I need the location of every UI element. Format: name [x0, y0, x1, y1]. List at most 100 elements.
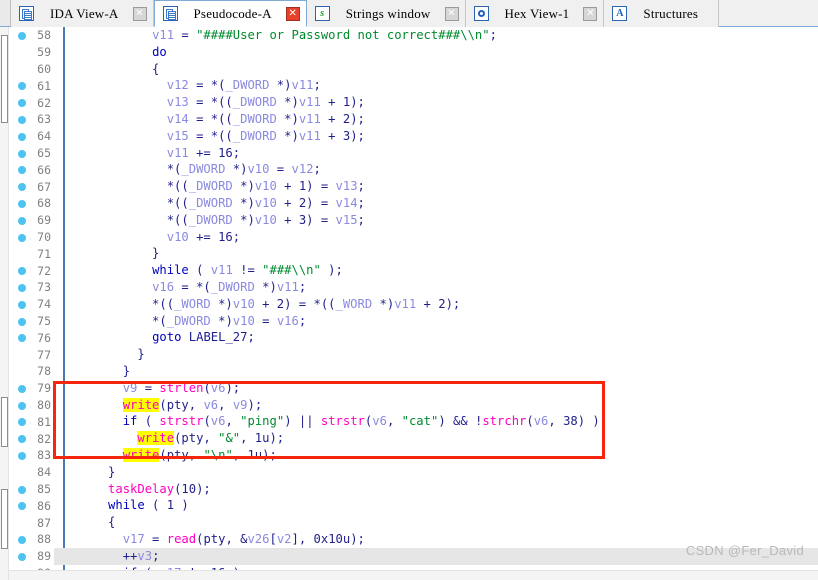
code-line[interactable]: 77 } [9, 346, 818, 363]
code-text[interactable]: { [54, 514, 818, 531]
code-text[interactable]: if ( strstr(v6, "ping") || strstr(v6, "c… [54, 413, 818, 430]
code-line[interactable]: 65 v11 += 16; [9, 145, 818, 162]
pseudocode-editor[interactable]: 58 v11 = "####User or Password not corre… [0, 27, 818, 580]
code-text[interactable]: v12 = *(_DWORD *)v11; [54, 77, 818, 94]
tab-structures[interactable]: A Structures [604, 0, 720, 27]
code-line[interactable]: 82 write(pty, "&", 1u); [9, 430, 818, 447]
vertical-scrollbar[interactable] [0, 27, 9, 580]
address-marker-icon[interactable] [18, 233, 26, 242]
address-marker-icon[interactable] [18, 485, 26, 494]
code-line[interactable]: 68 *((_DWORD *)v10 + 2) = v14; [9, 195, 818, 212]
code-text[interactable]: *(_DWORD *)v10 = v12; [54, 161, 818, 178]
scrollbar-thumb[interactable] [1, 35, 8, 123]
tab-ida-view-a[interactable]: IDA View-A ✕ [11, 0, 154, 27]
code-text[interactable]: v11 += 16; [54, 145, 818, 162]
code-text[interactable]: } [54, 363, 818, 380]
code-text[interactable]: write(pty, "&", 1u); [54, 430, 818, 447]
address-marker-icon[interactable] [18, 552, 26, 561]
code-line[interactable]: 75 *(_DWORD *)v10 = v16; [9, 313, 818, 330]
code-text[interactable]: *((_DWORD *)v10 + 2) = v14; [54, 195, 818, 212]
code-line[interactable]: 61 v12 = *(_DWORD *)v11; [9, 77, 818, 94]
code-line[interactable]: 60 { [9, 61, 818, 78]
code-line[interactable]: 83 write(pty, "\n", 1u); [9, 447, 818, 464]
code-line[interactable]: 58 v11 = "####User or Password not corre… [9, 27, 818, 44]
code-line[interactable]: 63 v14 = *((_DWORD *)v11 + 2); [9, 111, 818, 128]
code-line[interactable]: 78 } [9, 363, 818, 380]
code-line[interactable]: 71 } [9, 245, 818, 262]
code-text[interactable]: v16 = *(_DWORD *)v11; [54, 279, 818, 296]
code-text[interactable]: { [54, 61, 818, 78]
scrollbar-thumb[interactable] [1, 397, 8, 447]
code-text[interactable]: do [54, 44, 818, 61]
address-marker-icon[interactable] [18, 300, 26, 309]
code-token: v13 [166, 95, 189, 110]
close-icon[interactable]: ✕ [285, 6, 300, 21]
code-text[interactable]: taskDelay(10); [54, 481, 818, 498]
code-text[interactable]: while ( v11 != "###\\n" ); [54, 262, 818, 279]
code-line[interactable]: 76 goto LABEL_27; [9, 329, 818, 346]
code-line[interactable]: 80 write(pty, v6, v9); [9, 397, 818, 414]
code-line[interactable]: 79 v9 = strlen(v6); [9, 380, 818, 397]
code-text[interactable]: *((_DWORD *)v10 + 3) = v15; [54, 212, 818, 229]
tab-strings-window[interactable]: s Strings window ✕ [306, 0, 466, 27]
code-line[interactable]: 69 *((_DWORD *)v10 + 3) = v15; [9, 212, 818, 229]
code-text[interactable]: v14 = *((_DWORD *)v11 + 2); [54, 111, 818, 128]
code-text[interactable]: while ( 1 ) [54, 497, 818, 514]
code-text[interactable]: *(_DWORD *)v10 = v16; [54, 313, 818, 330]
code-text[interactable]: } [54, 245, 818, 262]
code-line[interactable]: 66 *(_DWORD *)v10 = v12; [9, 161, 818, 178]
view-tab-bar: IDA View-A ✕ Pseudocode-A ✕ s Strings window ✕… [0, 0, 818, 27]
address-marker-icon[interactable] [18, 535, 26, 544]
code-token: v11 [152, 28, 175, 42]
code-line-list[interactable]: 58 v11 = "####User or Password not corre… [9, 27, 818, 580]
address-marker-icon[interactable] [18, 283, 26, 292]
address-marker-icon[interactable] [18, 216, 26, 225]
code-line[interactable]: 87 { [9, 514, 818, 531]
code-line[interactable]: 64 v15 = *((_DWORD *)v11 + 3); [9, 128, 818, 145]
code-line[interactable]: 70 v10 += 16; [9, 229, 818, 246]
code-text[interactable]: v15 = *((_DWORD *)v11 + 3); [54, 128, 818, 145]
code-line[interactable]: 62 v13 = *((_DWORD *)v11 + 1); [9, 94, 818, 111]
code-line[interactable]: 72 while ( v11 != "###\\n" ); [9, 262, 818, 279]
code-text[interactable]: *((_WORD *)v10 + 2) = *((_WORD *)v11 + 2… [54, 296, 818, 313]
address-marker-icon[interactable] [18, 317, 26, 326]
tab-hex-view-1[interactable]: Hex View-1 ✕ [465, 0, 605, 27]
address-marker-icon[interactable] [18, 451, 26, 460]
code-text[interactable]: write(pty, v6, v9); [54, 397, 818, 414]
code-line[interactable]: 59 do [9, 44, 818, 61]
tab-pseudocode-a[interactable]: Pseudocode-A ✕ [153, 0, 307, 27]
code-text[interactable]: write(pty, "\n", 1u); [54, 447, 818, 464]
code-text[interactable]: goto LABEL_27; [54, 329, 818, 346]
address-marker-icon[interactable] [18, 115, 26, 124]
address-marker-icon[interactable] [18, 384, 26, 393]
code-line[interactable]: 84 } [9, 464, 818, 481]
close-icon[interactable]: ✕ [583, 6, 598, 21]
code-text[interactable]: *((_DWORD *)v10 + 1) = v13; [54, 178, 818, 195]
address-marker-icon[interactable] [18, 32, 26, 40]
code-line[interactable]: 86 while ( 1 ) [9, 497, 818, 514]
code-text[interactable]: v9 = strlen(v6); [54, 380, 818, 397]
address-marker-icon[interactable] [18, 401, 26, 410]
code-text[interactable]: v13 = *((_DWORD *)v11 + 1); [54, 94, 818, 111]
code-line[interactable]: 74 *((_WORD *)v10 + 2) = *((_WORD *)v11 … [9, 296, 818, 313]
code-text[interactable]: } [54, 346, 818, 363]
code-line[interactable]: 85 taskDelay(10); [9, 481, 818, 498]
code-line[interactable]: 67 *((_DWORD *)v10 + 1) = v13; [9, 178, 818, 195]
code-token: , [188, 447, 204, 462]
code-token: = *( [174, 279, 211, 294]
code-line[interactable]: 81 if ( strstr(v6, "ping") || strstr(v6,… [9, 413, 818, 430]
close-icon[interactable]: ✕ [132, 6, 147, 21]
close-icon[interactable]: ✕ [444, 6, 459, 21]
code-text[interactable]: } [54, 464, 818, 481]
line-number: 72 [37, 263, 51, 278]
address-marker-icon[interactable] [18, 199, 26, 208]
code-area[interactable]: 58 v11 = "####User or Password not corre… [9, 27, 818, 580]
code-text[interactable]: v11 = "####User or Password not correct#… [54, 27, 818, 44]
address-marker-icon[interactable] [18, 149, 26, 158]
code-text[interactable]: v10 += 16; [54, 229, 818, 246]
code-token: , [225, 414, 241, 429]
code-line[interactable]: 73 v16 = *(_DWORD *)v11; [9, 279, 818, 296]
scrollbar-thumb[interactable] [1, 489, 8, 549]
address-marker-icon[interactable] [18, 132, 26, 141]
